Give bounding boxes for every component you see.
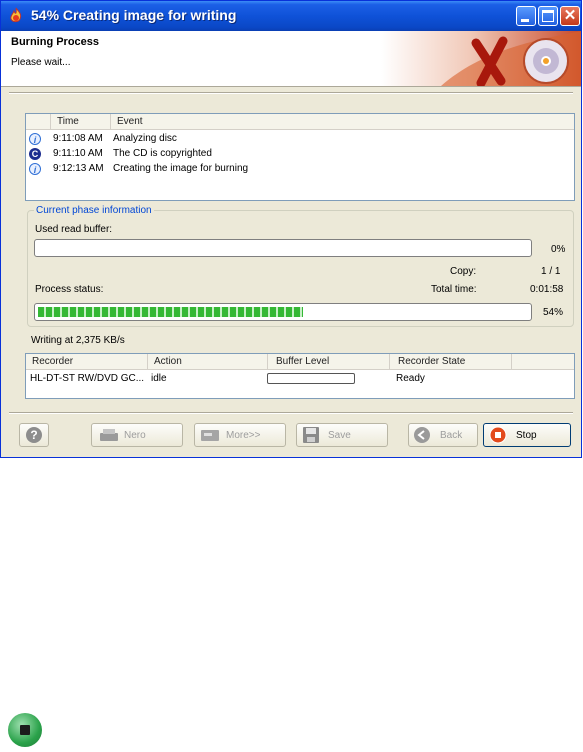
- page-stop-icon: [8, 713, 42, 747]
- event-row[interactable]: C 9:11:10 AM The CD is copyrighted: [26, 147, 574, 162]
- event-time: 9:11:08 AM: [53, 133, 103, 144]
- recorder-header-state[interactable]: Recorder State: [390, 354, 512, 370]
- read-buffer-bar: [34, 239, 532, 257]
- divider: [9, 412, 573, 414]
- event-time: 9:11:10 AM: [53, 148, 103, 159]
- recorder-row[interactable]: HL-DT-ST RW/DVD GC... idle Ready: [26, 372, 574, 386]
- minimize-icon: [521, 19, 529, 22]
- process-status-label: Process status:: [35, 284, 104, 295]
- more-button-label: More>>: [226, 430, 261, 441]
- stop-button-label: Stop: [516, 430, 537, 441]
- recorder-list[interactable]: Recorder Action Buffer Level Recorder St…: [25, 353, 575, 399]
- event-time: 9:12:13 AM: [53, 163, 104, 174]
- minimize-button[interactable]: [516, 6, 536, 26]
- stop-icon: [489, 426, 507, 444]
- nero-icon: [100, 429, 118, 441]
- nero-flame-icon: [10, 7, 22, 23]
- back-button-label: Back: [440, 430, 463, 441]
- save-icon: [303, 427, 319, 443]
- recorder-action: idle: [151, 373, 167, 384]
- help-button[interactable]: ?: [19, 423, 49, 447]
- recorder-state: Ready: [396, 373, 425, 384]
- nero-button-label: Nero: [124, 430, 146, 441]
- back-arrow-icon: [414, 427, 430, 443]
- close-icon: ✕: [563, 7, 577, 24]
- process-progress-percent: 54%: [543, 307, 564, 318]
- maximize-button[interactable]: [538, 6, 558, 26]
- svg-text:?: ?: [30, 428, 37, 442]
- current-phase-legend: Current phase information: [36, 205, 152, 216]
- read-buffer-percent: 0%: [551, 244, 566, 255]
- read-buffer-label: Used read buffer:: [35, 224, 113, 235]
- banner-title: Burning Process: [11, 36, 100, 48]
- divider: [9, 92, 573, 94]
- copyright-icon: C: [29, 148, 41, 160]
- maximize-icon: [542, 10, 554, 22]
- back-button[interactable]: Back: [408, 423, 478, 447]
- save-button-label: Save: [328, 430, 351, 441]
- recorder-icon: [201, 430, 219, 441]
- copy-label: Copy:: [450, 266, 477, 277]
- stop-square-icon: [20, 725, 30, 735]
- recorder-name: HL-DT-ST RW/DVD GC...: [30, 373, 145, 384]
- recorder-header-action[interactable]: Action: [148, 354, 268, 370]
- event-row[interactable]: i 9:11:08 AM Analyzing disc: [26, 132, 574, 147]
- event-log[interactable]: Time Event i 9:11:08 AM Analyzing disc C…: [25, 113, 575, 201]
- save-button[interactable]: Save: [296, 423, 388, 447]
- event-text: Creating the image for burning: [113, 163, 249, 174]
- more-button[interactable]: More>>: [194, 423, 286, 447]
- recorder-header-recorder[interactable]: Recorder: [26, 354, 148, 370]
- total-time-label: Total time:: [431, 284, 477, 295]
- copy-value: 1 / 1: [541, 266, 561, 277]
- close-button[interactable]: ✕: [560, 6, 580, 26]
- header-banner: Burning Process Please wait...: [1, 31, 581, 87]
- event-text: The CD is copyrighted: [113, 148, 212, 159]
- event-text: Analyzing disc: [113, 133, 177, 144]
- recorder-header-spacer: [512, 354, 574, 370]
- title-bar[interactable]: 54% Creating image for writing ✕: [1, 1, 581, 31]
- total-time-value: 0:01:58: [530, 284, 564, 295]
- event-log-header-time[interactable]: Time: [51, 114, 111, 130]
- event-row[interactable]: i 9:12:13 AM Creating the image for burn…: [26, 162, 574, 177]
- process-progress-fill: [38, 307, 303, 317]
- process-progress-bar: [34, 303, 532, 321]
- banner-subtitle: Please wait...: [11, 57, 71, 68]
- info-icon: i: [29, 133, 41, 145]
- nero-button[interactable]: Nero: [91, 423, 183, 447]
- event-log-header-event[interactable]: Event: [111, 114, 574, 130]
- recorder-header-buffer-level[interactable]: Buffer Level: [268, 354, 390, 370]
- burn-process-window: 54% Creating image for writing ✕ Burning…: [0, 0, 582, 458]
- event-log-icon-header: [26, 114, 51, 130]
- writing-speed: Writing at 2,375 KB/s: [31, 335, 125, 346]
- info-icon: i: [29, 163, 41, 175]
- window-title: 54% Creating image for writing: [31, 7, 237, 23]
- buffer-level-bar: [267, 373, 355, 384]
- nero-logo: [381, 31, 581, 86]
- help-icon: ?: [26, 427, 42, 443]
- stop-button[interactable]: Stop: [483, 423, 571, 447]
